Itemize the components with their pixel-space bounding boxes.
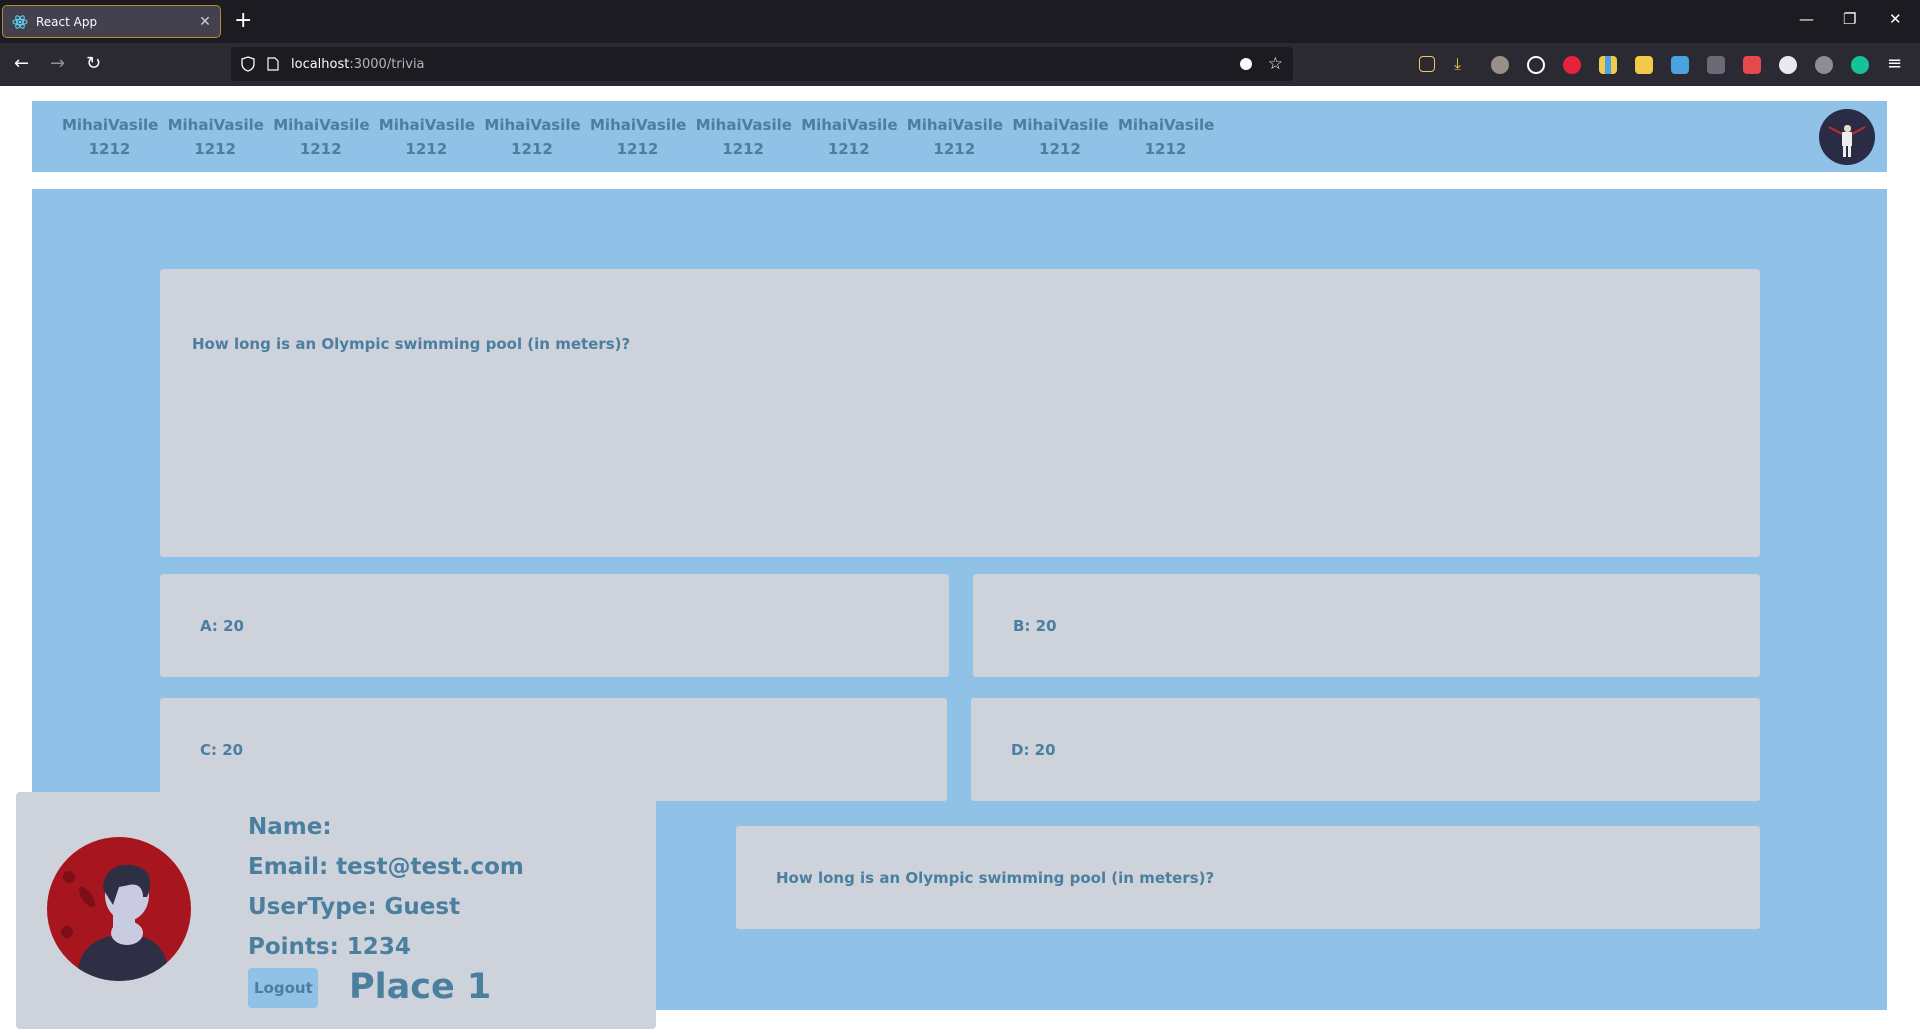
page-icon [267,57,279,71]
answer-c-label: C: 20 [200,740,244,759]
leaderboard-user-name: MihaiVasile [484,116,581,134]
answer-d-button[interactable]: D: 20 [971,698,1760,801]
screenshot-extension-icon[interactable] [1707,56,1725,74]
status-dot [1866,156,1874,164]
leaderboard-bar: MihaiVasile 1212 MihaiVasile 1212 MihaiVasil… [32,101,1887,172]
react-logo-icon [12,14,28,29]
profile-card: Name: Email: test@test.com UserType: Gue… [16,792,656,1029]
browser-tab[interactable]: React App ✕ [2,5,221,38]
notes-extension-icon[interactable] [1635,56,1653,74]
account-avatar-icon[interactable] [1491,56,1509,74]
profile-points: Points: 1234 [248,934,411,960]
leaderboard-user-score: 1212 [933,140,976,158]
url-bar[interactable]: localhost:3000/trivia ☆ [231,47,1293,81]
url-host-text: localhost [291,56,350,72]
leaderboard-user-score: 1212 [1039,140,1081,158]
answer-a-label: A: 20 [200,616,244,635]
leaderboard-user-score: 1212 [511,140,553,158]
leaderboard-user-name: MihaiVasile [378,116,476,134]
leaderboard-user-name: MihaiVasile [695,116,792,134]
privacy-extension-icon[interactable] [1743,56,1761,74]
leaderboard-user[interactable]: MihaiVasile 1212 [273,113,370,161]
leaderboard-user-score: 1212 [194,140,236,158]
leaderboard-user[interactable]: MihaiVasile 1212 [590,113,687,161]
cookie-icon[interactable] [1527,56,1545,74]
white-extension-icon[interactable] [1779,56,1797,74]
browser-tab-title: React App [36,14,98,29]
menu-hamburger-icon[interactable]: ≡ [1887,52,1902,76]
download-icon[interactable]: ⤓ [1454,52,1461,76]
profile-place: Place 1 [349,967,492,1007]
leaderboard-user[interactable]: MihaiVasile 1212 [695,113,792,161]
leaderboard-user[interactable]: MihaiVasile 1212 [62,113,159,161]
leaderboard-user-name: MihaiVasile [62,116,159,134]
answer-b-button[interactable]: B: 20 [973,574,1760,677]
leaderboard-user[interactable]: MihaiVasile 1212 [1118,113,1215,161]
leaderboard-user-score: 1212 [1144,140,1187,158]
url-host: localhost:3000/trivia [291,57,425,72]
leaderboard-user-score: 1212 [616,140,659,158]
logout-button[interactable]: Logout [248,968,318,1008]
save-extension-icon[interactable] [1671,56,1689,74]
answer-c-button[interactable]: C: 20 [160,698,947,801]
bookmark-star-icon[interactable]: ☆ [1268,54,1283,74]
leaderboard-user-name: MihaiVasile [590,116,687,134]
person-avatar-icon [61,864,169,981]
leaderboard-user-name: MihaiVasile [906,116,1004,134]
tab-close-icon[interactable]: ✕ [194,14,216,30]
leaderboard-user-name: MihaiVasile [273,116,370,134]
leaderboard-user-score: 1212 [827,140,870,158]
leaderboard-user-name: MihaiVasile [167,116,264,134]
leaderboard-user[interactable]: MihaiVasile 1212 [1012,113,1109,161]
leaderboard-user-score: 1212 [88,140,131,158]
leaderboard-user-name: MihaiVasile [1118,116,1215,134]
profile-avatar [47,837,191,981]
answer-d-label: D: 20 [1011,740,1056,759]
pocket-icon[interactable] [1419,56,1435,72]
browser-navigation-bar: ← → ↻ localhost:3000/trivia ☆ ⤓ ≡ [0,43,1920,86]
answer-a-button[interactable]: A: 20 [160,574,949,677]
restore-icon[interactable]: ❐ [1843,10,1856,28]
question-text: How long is an Olympic swimming pool (in… [192,335,631,353]
new-tab-icon[interactable]: + [234,8,252,34]
leaderboard-user[interactable]: MihaiVasile 1212 [378,113,476,161]
adblock-icon[interactable] [1563,56,1581,74]
profile-usertype: UserType: Guest [248,894,461,920]
leaderboard-user[interactable]: MihaiVasile 1212 [906,113,1004,161]
grammarly-icon[interactable] [1851,56,1869,74]
question-card: How long is an Olympic swimming pool (in… [160,269,1760,557]
leaderboard-user-name: MihaiVasile [1012,116,1109,134]
answer-b-label: B: 20 [1013,616,1057,635]
reader-dot-icon[interactable] [1239,58,1252,70]
profile-extension-icon[interactable] [1815,56,1833,74]
back-arrow-icon[interactable]: ← [14,52,29,76]
url-path-text: :3000/trivia [349,56,425,72]
profile-name: Name: [248,814,332,840]
question-preview-text: How long is an Olympic swimming pool (in… [776,868,1215,887]
minimize-icon[interactable]: — [1799,10,1814,28]
question-preview-card: How long is an Olympic swimming pool (in… [736,826,1760,929]
window-close-icon[interactable]: ✕ [1889,10,1902,28]
leaderboard-user-score: 1212 [405,140,448,158]
leaderboard-user-score: 1212 [299,140,342,158]
profile-email: Email: test@test.com [248,854,524,880]
page-content: MihaiVasile 1212 MihaiVasile 1212 MihaiVasil… [0,86,1920,1033]
leaderboard-user[interactable]: MihaiVasile 1212 [801,113,898,161]
leaderboard-user-score: 1212 [722,140,764,158]
header-avatar[interactable] [1819,109,1875,165]
forward-arrow-icon[interactable]: → [50,52,65,76]
browser-tab-strip: React App ✕ + — ❐ ✕ [0,0,1920,43]
shield-icon [241,56,255,72]
leaderboard-user-name: MihaiVasile [801,116,898,134]
library-icon[interactable] [1599,56,1617,74]
leaderboard-user[interactable]: MihaiVasile 1212 [167,113,264,161]
reload-icon[interactable]: ↻ [86,52,101,76]
leaderboard-user[interactable]: MihaiVasile 1212 [484,113,581,161]
